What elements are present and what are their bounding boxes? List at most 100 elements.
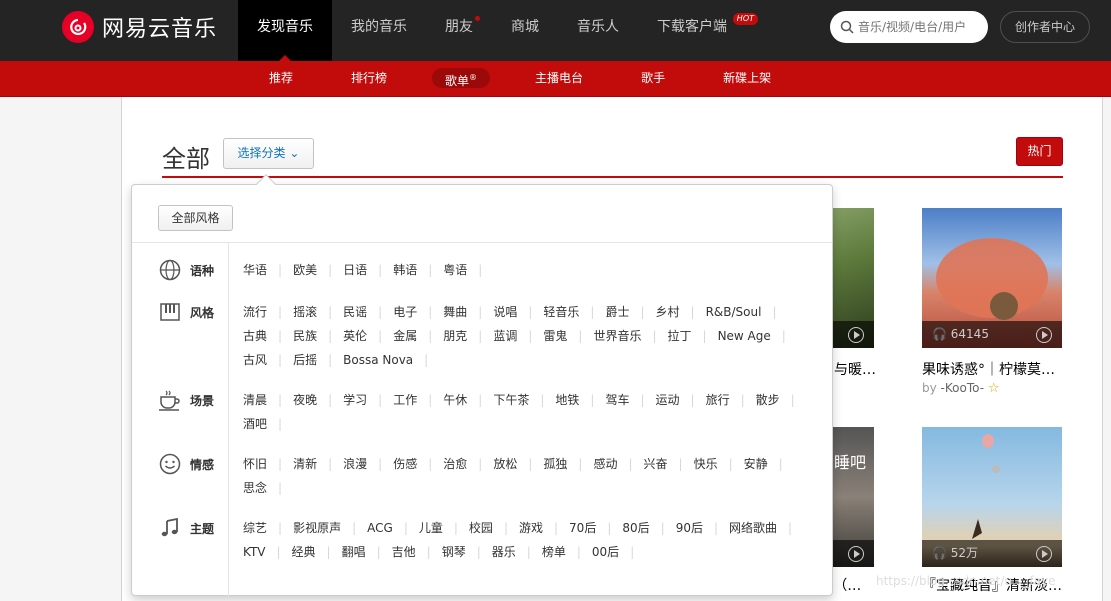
creator-center-button[interactable]: 创作者中心 (1000, 11, 1090, 43)
tag[interactable]: 电子 (393, 300, 443, 324)
tag[interactable]: 伤感 (393, 452, 443, 476)
tag[interactable]: 快乐 (694, 452, 744, 476)
all-styles-button[interactable]: 全部风格 (158, 205, 233, 231)
tag[interactable]: 酒吧 (243, 412, 293, 436)
playlist-creator[interactable]: by -KooTo- ☆ (922, 381, 1000, 396)
tag[interactable]: 世界音乐 (593, 324, 667, 348)
tag[interactable]: 下午茶 (493, 388, 555, 412)
tag[interactable]: 怀旧 (243, 452, 293, 476)
tag[interactable]: 地铁 (555, 388, 605, 412)
tag[interactable]: 说唱 (493, 300, 543, 324)
tag[interactable]: 思念 (243, 476, 293, 500)
creator-name[interactable]: -KooTo- (941, 381, 984, 395)
tag[interactable]: 后摇 (293, 348, 343, 372)
tag[interactable]: 民谣 (343, 300, 393, 324)
tag[interactable]: 摇滚 (293, 300, 343, 324)
tag[interactable]: KTV (243, 540, 292, 564)
tag[interactable]: New Age (718, 324, 797, 348)
subnav-recommend[interactable]: 推荐 (256, 68, 306, 88)
tag[interactable]: 儿童 (419, 516, 469, 540)
tag[interactable]: 吉他 (392, 540, 442, 564)
tag[interactable]: 民族 (293, 324, 343, 348)
playlist-title[interactable]: 与暖… (834, 359, 876, 379)
tag[interactable]: 综艺 (243, 516, 293, 540)
tag[interactable]: 器乐 (492, 540, 542, 564)
tag[interactable]: 流行 (243, 300, 293, 324)
tag[interactable]: 欧美 (293, 258, 343, 282)
tag[interactable]: 拉丁 (668, 324, 718, 348)
tag[interactable]: 网络歌曲 (729, 516, 803, 540)
playlist-cover[interactable]: 🎧 52万 (922, 427, 1062, 567)
tag[interactable]: 榜单 (542, 540, 592, 564)
subnav-toplist[interactable]: 排行榜 (338, 68, 400, 88)
tag[interactable]: 清晨 (243, 388, 293, 412)
tag[interactable]: 治愈 (443, 452, 493, 476)
tag[interactable]: 夜晚 (293, 388, 343, 412)
tag[interactable]: 游戏 (519, 516, 569, 540)
nav-musician[interactable]: 音乐人 (558, 0, 638, 61)
tag[interactable]: 80后 (622, 516, 675, 540)
nav-download[interactable]: 下载客户端 HOT (638, 0, 758, 61)
tag[interactable]: 工作 (393, 388, 443, 412)
tag[interactable]: 运动 (656, 388, 706, 412)
logo[interactable]: 网易云音乐 (62, 11, 217, 43)
tag[interactable]: 影视原声 (293, 516, 367, 540)
nav-mall[interactable]: 商城 (492, 0, 558, 61)
tag[interactable]: 学习 (343, 388, 393, 412)
search-input[interactable] (858, 20, 978, 34)
search-box[interactable] (830, 11, 988, 43)
tag[interactable]: 粤语 (443, 258, 493, 282)
play-icon[interactable] (848, 327, 864, 343)
tag[interactable]: 朋克 (443, 324, 493, 348)
tag[interactable]: 华语 (243, 258, 293, 282)
tag[interactable]: 韩语 (393, 258, 443, 282)
tag[interactable]: 古风 (243, 348, 293, 372)
tag[interactable]: 90后 (676, 516, 729, 540)
nav-friends[interactable]: 朋友 (426, 0, 492, 61)
cover-text: 睡吧 (834, 453, 867, 472)
tag[interactable]: 午休 (443, 388, 493, 412)
tag[interactable]: 旅行 (706, 388, 756, 412)
nav-discover[interactable]: 发现音乐 (238, 0, 332, 61)
play-icon[interactable] (1036, 327, 1052, 343)
tag[interactable]: 乡村 (656, 300, 706, 324)
tag[interactable]: 蓝调 (493, 324, 543, 348)
tag[interactable]: 感动 (593, 452, 643, 476)
playlist-title[interactable]: 果味诱惑°｜柠檬莫… (922, 359, 1055, 379)
subnav-djradio[interactable]: 主播电台 (522, 68, 596, 88)
tag[interactable]: 散步 (756, 388, 806, 412)
tag[interactable]: Bossa Nova (343, 348, 439, 372)
tag[interactable]: 放松 (493, 452, 543, 476)
play-icon[interactable] (848, 546, 864, 562)
tag[interactable]: 轻音乐 (543, 300, 605, 324)
tag[interactable]: ACG (367, 516, 419, 540)
subnav-playlist[interactable]: 歌单® (432, 68, 491, 88)
tag[interactable]: 日语 (343, 258, 393, 282)
tag[interactable]: R&B/Soul (706, 300, 788, 324)
tag[interactable]: 70后 (569, 516, 622, 540)
subnav-artist[interactable]: 歌手 (628, 68, 678, 88)
select-category-button[interactable]: 选择分类 ⌄ (223, 138, 314, 169)
tag[interactable]: 金属 (393, 324, 443, 348)
tag[interactable]: 钢琴 (442, 540, 492, 564)
hot-button[interactable]: 热门 (1016, 137, 1063, 166)
subnav-new-album[interactable]: 新碟上架 (710, 68, 784, 88)
tag[interactable]: 舞曲 (443, 300, 493, 324)
play-icon[interactable] (1036, 546, 1052, 562)
tag[interactable]: 孤独 (543, 452, 593, 476)
tag[interactable]: 安静 (744, 452, 794, 476)
tag[interactable]: 浪漫 (343, 452, 393, 476)
tag[interactable]: 00后 (592, 540, 645, 564)
tag[interactable]: 雷鬼 (543, 324, 593, 348)
nav-my-music[interactable]: 我的音乐 (332, 0, 426, 61)
tag[interactable]: 经典 (292, 540, 342, 564)
tag[interactable]: 清新 (293, 452, 343, 476)
tag[interactable]: 校园 (469, 516, 519, 540)
tag[interactable]: 兴奋 (644, 452, 694, 476)
playlist-cover[interactable]: 🎧 64145 (922, 208, 1062, 348)
tag[interactable]: 爵士 (605, 300, 655, 324)
tag[interactable]: 古典 (243, 324, 293, 348)
tag[interactable]: 翻唱 (342, 540, 392, 564)
tag[interactable]: 英伦 (343, 324, 393, 348)
tag[interactable]: 驾车 (605, 388, 655, 412)
